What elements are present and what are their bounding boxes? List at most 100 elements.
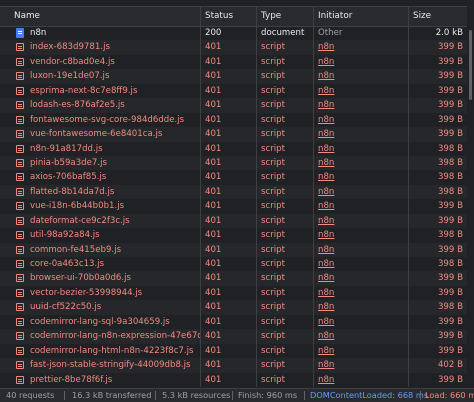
initiator-cell-text[interactable]: n8n: [318, 86, 334, 96]
initiator-cell-text[interactable]: n8n: [318, 115, 334, 125]
initiator-cell[interactable]: n8n: [313, 300, 408, 315]
initiator-cell[interactable]: n8n: [313, 112, 408, 128]
initiator-cell[interactable]: n8n: [313, 285, 408, 301]
request-row[interactable]: browser-ui-70b0a0d6.js 401 script n8n 399 B: [0, 271, 467, 286]
initiator-cell-text[interactable]: n8n: [318, 71, 334, 81]
initiator-cell-text[interactable]: n8n: [318, 317, 334, 327]
script-file-icon: [16, 158, 24, 167]
type-cell: script: [256, 127, 313, 142]
initiator-cell-text[interactable]: n8n: [318, 100, 334, 110]
column-header-initiator[interactable]: Initiator: [313, 7, 408, 26]
initiator-cell-text[interactable]: n8n: [318, 259, 334, 269]
request-row[interactable]: vue-fontawesome-6e8401ca.js 401 script n8n 3…: [0, 127, 467, 142]
status-cell: 401: [200, 358, 256, 373]
initiator-cell-text[interactable]: n8n: [318, 230, 334, 240]
initiator-cell-text[interactable]: n8n: [318, 144, 334, 154]
initiator-cell[interactable]: n8n: [313, 358, 408, 373]
request-row[interactable]: prettier-8be78f6f.js 401 script n8n 399 B: [0, 372, 467, 387]
initiator-cell-text[interactable]: n8n: [318, 201, 334, 211]
request-row[interactable]: util-98a92a84.js 401 script n8n 398 B: [0, 228, 467, 243]
status-cell: 401: [200, 285, 256, 301]
request-name: codemirror-lang-n8n-expression-47e67c3a.…: [30, 331, 200, 342]
column-header-size[interactable]: Size: [408, 7, 467, 26]
request-row[interactable]: index-683d9781.js 401 script n8n 399 B: [0, 40, 467, 55]
column-header-type[interactable]: Type: [256, 7, 313, 26]
initiator-cell[interactable]: n8n: [313, 213, 408, 229]
request-row[interactable]: core-0a463c13.js 401 script n8n 398 B: [0, 257, 467, 272]
initiator-cell-text[interactable]: n8n: [318, 216, 334, 226]
initiator-cell-text[interactable]: n8n: [318, 346, 334, 356]
initiator-cell[interactable]: n8n: [313, 228, 408, 243]
status-cell: 401: [200, 54, 256, 70]
column-header-name[interactable]: Name: [0, 7, 200, 26]
initiator-cell[interactable]: n8n: [313, 314, 408, 330]
scrollbar-thumb[interactable]: [469, 30, 472, 100]
table-header: Name Status Type Initiator Size: [0, 6, 474, 27]
initiator-cell[interactable]: n8n: [313, 127, 408, 142]
initiator-cell[interactable]: n8n: [313, 54, 408, 70]
initiator-cell-text[interactable]: n8n: [318, 375, 334, 385]
initiator-cell-text[interactable]: n8n: [318, 172, 334, 182]
request-row[interactable]: fontawesome-svg-core-984d6dde.js 401 scrip…: [0, 112, 467, 128]
initiator-cell[interactable]: n8n: [313, 170, 408, 185]
request-row[interactable]: dateformat-ce9c2f3c.js 401 script n8n 399 B: [0, 213, 467, 229]
initiator-cell[interactable]: n8n: [313, 199, 408, 214]
size-cell-text: 399 B: [437, 244, 463, 255]
size-cell-text: 398 B: [437, 230, 463, 241]
type-cell: script: [256, 155, 313, 171]
request-row[interactable]: esprima-next-8c7e8ff9.js 401 script n8n 399 …: [0, 83, 467, 99]
initiator-cell-text[interactable]: n8n: [318, 245, 334, 255]
initiator-cell-text[interactable]: n8n: [318, 129, 334, 139]
initiator-cell-text[interactable]: n8n: [318, 42, 334, 52]
status-cell: 401: [200, 213, 256, 229]
initiator-cell[interactable]: n8n: [313, 184, 408, 200]
initiator-cell-text[interactable]: n8n: [318, 273, 334, 283]
initiator-cell[interactable]: n8n: [313, 372, 408, 387]
size-cell: 399 B: [408, 98, 467, 113]
request-row[interactable]: common-fe415eb9.js 401 script n8n 399 B: [0, 242, 467, 257]
request-row[interactable]: fast-json-stable-stringify-44009db8.js 40…: [0, 358, 467, 373]
initiator-cell[interactable]: n8n: [313, 329, 408, 344]
size-cell-text: 399 B: [437, 85, 463, 96]
type-cell: script: [256, 40, 313, 55]
initiator-cell[interactable]: n8n: [313, 141, 408, 156]
initiator-cell-text[interactable]: n8n: [318, 57, 334, 67]
initiator-cell[interactable]: n8n: [313, 257, 408, 272]
initiator-cell-text[interactable]: n8n: [318, 360, 334, 370]
request-row[interactable]: flatted-8b14da7d.js 401 script n8n 398 B: [0, 184, 467, 200]
request-row[interactable]: n8n-91a817dd.js 401 script n8n 398 B: [0, 141, 467, 156]
size-cell-text: 398 B: [437, 302, 463, 313]
initiator-cell[interactable]: n8n: [313, 40, 408, 55]
request-row[interactable]: codemirror-lang-n8n-expression-47e67c3a.…: [0, 329, 467, 344]
initiator-cell[interactable]: n8n: [313, 69, 408, 84]
divider: [64, 391, 65, 400]
request-row[interactable]: luxon-19e1de07.js 401 script n8n 399 B: [0, 69, 467, 84]
initiator-cell-text[interactable]: n8n: [318, 187, 334, 197]
initiator-cell-text[interactable]: n8n: [318, 288, 334, 298]
request-name: util-98a92a84.js: [30, 230, 100, 241]
request-row[interactable]: n8n 200 document Other 2.0 kB: [0, 26, 467, 41]
request-row[interactable]: vector-bezier-53998944.js 401 script n8n 399…: [0, 285, 467, 301]
initiator-cell[interactable]: n8n: [313, 242, 408, 257]
initiator-cell[interactable]: n8n: [313, 343, 408, 359]
request-row[interactable]: vue-i18n-6b44b0b1.js 401 script n8n 399 B: [0, 199, 467, 214]
document-icon: [16, 28, 24, 38]
script-file-icon: [16, 260, 24, 268]
initiator-cell-text[interactable]: n8n: [318, 302, 334, 312]
column-header-status[interactable]: Status: [200, 7, 256, 26]
request-row[interactable]: pinia-b59a3de7.js 401 script n8n 398 B: [0, 155, 467, 171]
initiator-cell[interactable]: n8n: [313, 83, 408, 99]
initiator-cell[interactable]: n8n: [313, 98, 408, 113]
request-row[interactable]: codemirror-lang-html-n8n-4223f8c7.js 401 s…: [0, 343, 467, 359]
request-row[interactable]: uuid-cf522c50.js 401 script n8n 398 B: [0, 300, 467, 315]
request-row[interactable]: lodash-es-876af2e5.js 401 script n8n 399 B: [0, 98, 467, 113]
initiator-cell-text[interactable]: n8n: [318, 158, 334, 168]
initiator-cell-text[interactable]: n8n: [318, 331, 334, 341]
script-file-icon: [16, 361, 24, 370]
request-row[interactable]: vendor-c8bad0e4.js 401 script n8n 399 B: [0, 54, 467, 70]
initiator-cell[interactable]: n8n: [313, 155, 408, 171]
initiator-cell[interactable]: n8n: [313, 271, 408, 286]
request-row[interactable]: codemirror-lang-sql-9a304659.js 401 script…: [0, 314, 467, 330]
request-row[interactable]: axios-706baf85.js 401 script n8n 398 B: [0, 170, 467, 185]
status-cell: 401: [200, 343, 256, 359]
